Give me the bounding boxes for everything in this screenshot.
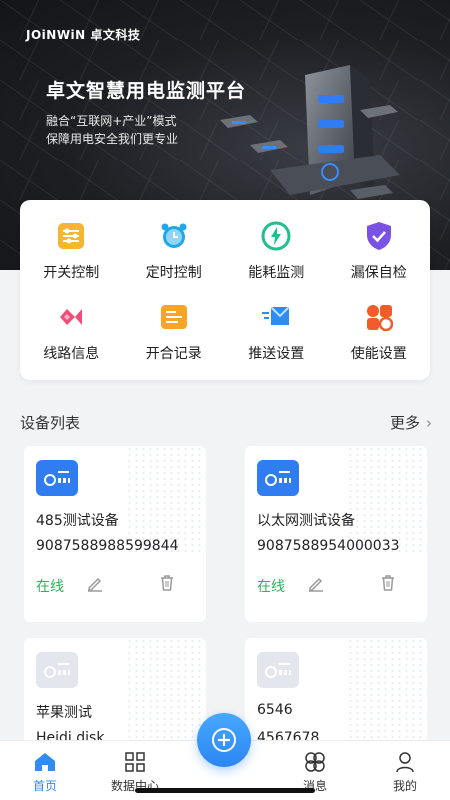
add-device-button[interactable]	[197, 713, 251, 767]
device-name: 苹果测试	[36, 705, 92, 721]
brand-logo: JOiNWiN 卓文科技	[26, 28, 141, 42]
hero-subtitle-2: 保障用电安全我们更专业	[46, 132, 179, 146]
trash-icon[interactable]	[379, 574, 397, 592]
quick-label: 线路信息	[43, 345, 100, 362]
message-icon	[304, 751, 326, 773]
home-icon	[34, 751, 56, 773]
quick-label: 定时控制	[145, 264, 202, 281]
alarm-clock-icon	[158, 220, 190, 252]
data-center-icon	[124, 751, 146, 773]
quick-label: 推送设置	[248, 345, 305, 362]
card-decoration	[347, 638, 427, 748]
send-icon	[260, 301, 292, 333]
device-serial: 9087588954000033	[257, 538, 400, 554]
quick-label: 漏保自检	[350, 264, 407, 281]
device-card[interactable]: 485测试设备 9087588988599844 在线	[24, 446, 206, 622]
quick-switch-control[interactable]: 开关控制	[20, 210, 123, 291]
plus-icon	[212, 728, 236, 752]
record-icon	[158, 301, 190, 333]
device-serial: 9087588988599844	[36, 538, 179, 554]
quick-label: 开合记录	[145, 345, 202, 362]
energy-monitor-icon	[260, 220, 292, 252]
quick-open-close-record[interactable]: 开合记录	[123, 291, 226, 372]
nav-label: 我的	[392, 779, 417, 793]
quick-label: 使能设置	[350, 345, 407, 362]
quick-label: 开关控制	[43, 264, 100, 281]
hero-subtitle-1: 融合“互联网+产业”模式	[46, 114, 177, 128]
nav-profile[interactable]: 我的	[360, 741, 450, 800]
more-button[interactable]: 更多 ›	[390, 412, 432, 433]
more-label: 更多	[389, 414, 420, 432]
home-indicator	[135, 788, 315, 793]
quick-leak-selftest[interactable]: 漏保自检	[328, 210, 431, 291]
switch-control-icon	[55, 220, 87, 252]
hero-illustration	[220, 65, 400, 199]
device-icon-offline	[36, 652, 78, 688]
edit-icon[interactable]	[307, 574, 325, 592]
device-icon-offline	[257, 652, 299, 688]
quick-actions-card: 开关控制 定时控制 能耗监测 漏保自检 线路信息 开合记录 推送设置 使能设置	[20, 200, 430, 380]
device-status: 在线	[36, 579, 64, 595]
device-name: 485测试设备	[36, 513, 119, 529]
quick-energy-monitor[interactable]: 能耗监测	[225, 210, 328, 291]
enable-settings-icon	[363, 301, 395, 333]
nav-home[interactable]: 首页	[0, 741, 90, 800]
quick-timer-control[interactable]: 定时控制	[123, 210, 226, 291]
edit-icon[interactable]	[86, 574, 104, 592]
quick-label: 能耗监测	[248, 264, 305, 281]
shield-check-icon	[363, 220, 395, 252]
device-card[interactable]: 6546 4567678	[245, 638, 427, 748]
nav-label: 首页	[32, 779, 57, 793]
quick-push-settings[interactable]: 推送设置	[225, 291, 328, 372]
device-card[interactable]: 以太网测试设备 9087588954000033 在线	[245, 446, 427, 622]
device-name: 6546	[257, 702, 293, 718]
chevron-right-icon: ›	[426, 413, 432, 432]
device-icon	[257, 460, 299, 496]
device-name: 以太网测试设备	[257, 513, 355, 529]
trash-icon[interactable]	[158, 574, 176, 592]
quick-enable-settings[interactable]: 使能设置	[328, 291, 431, 372]
device-status: 在线	[257, 579, 285, 595]
line-info-icon	[55, 301, 87, 333]
device-icon	[36, 460, 78, 496]
device-list-title: 设备列表	[20, 414, 81, 432]
profile-icon	[394, 751, 416, 773]
card-decoration	[126, 638, 206, 748]
quick-line-info[interactable]: 线路信息	[20, 291, 123, 372]
device-card[interactable]: 苹果测试 Heidi disk	[24, 638, 206, 748]
